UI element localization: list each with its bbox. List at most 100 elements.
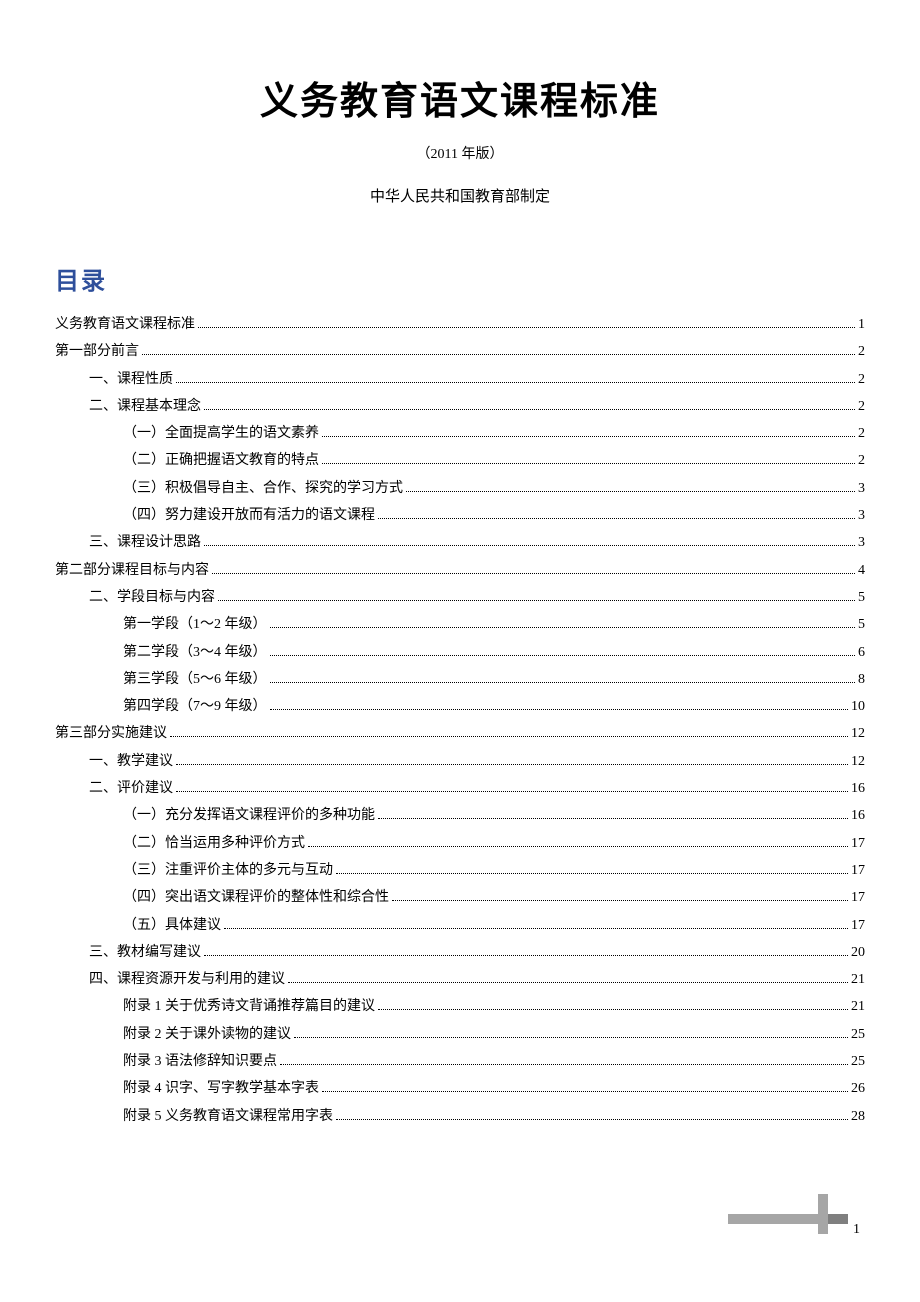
toc-leader-dots [270,655,856,656]
toc-entry[interactable]: 第三学段（5～6 年级） 8 [55,666,865,693]
toc-entry-page: 6 [858,639,865,666]
toc-entry-page: 21 [851,966,865,993]
toc-entry-label: 第三学段（5～6 年级） [123,666,267,693]
toc-leader-dots [142,354,855,355]
toc-entry-label: 一、教学建议 [89,748,173,775]
toc-entry-label: 义务教育语文课程标准 [55,311,195,338]
toc-entry[interactable]: 一、课程性质 2 [55,366,865,393]
toc-entry-page: 8 [858,666,865,693]
toc-entry-label: 附录 2 关于课外读物的建议 [123,1021,291,1048]
toc-entry-page: 17 [851,830,865,857]
toc-entry[interactable]: 三、课程设计思路 3 [55,529,865,556]
toc-entry-label: （一）充分发挥语文课程评价的多种功能 [123,802,375,829]
toc-entry-page: 17 [851,857,865,884]
toc-leader-dots [288,982,848,983]
toc-entry-label: 第一部分前言 [55,338,139,365]
toc-leader-dots [322,1091,848,1092]
toc-leader-dots [176,764,848,765]
toc-leader-dots [204,545,855,546]
toc-entry[interactable]: （四）努力建设开放而有活力的语文课程3 [55,502,865,529]
toc-leader-dots [322,463,855,464]
toc-entry-page: 5 [858,584,865,611]
toc-entry-label: 附录 1 关于优秀诗文背诵推荐篇目的建议 [123,993,375,1020]
toc-entry-page: 2 [858,420,865,447]
toc-entry[interactable]: （一）充分发挥语文课程评价的多种功能16 [55,802,865,829]
toc-entry-page: 12 [851,720,865,747]
toc-entry[interactable]: 第二学段（3～4 年级） 6 [55,639,865,666]
toc-entry-page: 17 [851,884,865,911]
toc-heading: 目录 [55,261,865,296]
toc-leader-dots [294,1037,848,1038]
toc-entry[interactable]: 附录 1 关于优秀诗文背诵推荐篇目的建议21 [55,993,865,1020]
toc-entry-page: 3 [858,529,865,556]
toc-leader-dots [336,1119,848,1120]
toc-entry-page: 2 [858,338,865,365]
toc-entry-page: 2 [858,447,865,474]
toc-entry[interactable]: （四）突出语文课程评价的整体性和综合性17 [55,884,865,911]
toc-entry[interactable]: 附录 5 义务教育语文课程常用字表28 [55,1103,865,1130]
toc-entry[interactable]: 附录 4 识字、写字教学基本字表26 [55,1075,865,1102]
toc-entry-label: （二）正确把握语文教育的特点 [123,447,319,474]
toc-entry-page: 25 [851,1048,865,1075]
document-publisher: 中华人民共和国教育部制定 [55,185,865,206]
toc-entry[interactable]: （二）正确把握语文教育的特点 2 [55,447,865,474]
toc-entry-page: 25 [851,1021,865,1048]
toc-entry-label: 三、教材编写建议 [89,939,201,966]
toc-entry-label: 一、课程性质 [89,366,173,393]
toc-entry-label: 第二部分课程目标与内容 [55,557,209,584]
toc-entry[interactable]: 第四学段（7～9 年级）10 [55,693,865,720]
toc-entry-label: （三）积极倡导自主、合作、探究的学习方式 [123,475,403,502]
toc-entry[interactable]: 二、学段目标与内容 5 [55,584,865,611]
toc-entry[interactable]: 二、评价建议 16 [55,775,865,802]
toc-entry-page: 20 [851,939,865,966]
toc-entry-page: 2 [858,393,865,420]
toc-entry-label: （二）恰当运用多种评价方式 [123,830,305,857]
toc-entry[interactable]: 第二部分课程目标与内容 4 [55,557,865,584]
toc-entry[interactable]: 附录 2 关于课外读物的建议 25 [55,1021,865,1048]
toc-entry-page: 3 [858,475,865,502]
toc-leader-dots [176,791,848,792]
toc-entry-label: 第三部分实施建议 [55,720,167,747]
toc-entry-page: 16 [851,775,865,802]
toc-entry[interactable]: 第一学段（1～2 年级）5 [55,611,865,638]
toc-entry[interactable]: 二、课程基本理念 2 [55,393,865,420]
toc-entry[interactable]: （二）恰当运用多种评价方式 17 [55,830,865,857]
document-title: 义务教育语文课程标准 [55,70,865,125]
toc-entry-page: 3 [858,502,865,529]
toc-entry[interactable]: （三）积极倡导自主、合作、探究的学习方式 3 [55,475,865,502]
footer-decoration: 1 [728,1194,858,1234]
toc-entry-label: 二、课程基本理念 [89,393,201,420]
toc-entry[interactable]: 第一部分前言 2 [55,338,865,365]
toc-entry[interactable]: 四、课程资源开发与利用的建议21 [55,966,865,993]
toc-entry[interactable]: （五）具体建议 17 [55,912,865,939]
toc-entry-label: 第一学段（1～2 年级） [123,611,267,638]
toc-leader-dots [336,873,848,874]
toc-entry[interactable]: 附录 3 语法修辞知识要点25 [55,1048,865,1075]
toc-entry-label: （五）具体建议 [123,912,221,939]
toc-entry[interactable]: 一、教学建议12 [55,748,865,775]
toc-leader-dots [308,846,848,847]
toc-entry[interactable]: 第三部分实施建议 12 [55,720,865,747]
toc-leader-dots [218,600,855,601]
toc-entry-label: 三、课程设计思路 [89,529,201,556]
toc-entry[interactable]: （三）注重评价主体的多元与互动17 [55,857,865,884]
toc-leader-dots [170,736,848,737]
toc-leader-dots [392,900,848,901]
toc-leader-dots [204,955,848,956]
toc-leader-dots [270,627,856,628]
toc-entry-label: 二、学段目标与内容 [89,584,215,611]
toc-leader-dots [378,518,855,519]
toc-leader-dots [270,682,856,683]
toc-entry-page: 4 [858,557,865,584]
toc-entry[interactable]: 三、教材编写建议 20 [55,939,865,966]
table-of-contents: 义务教育语文课程标准1第一部分前言2一、课程性质2二、课程基本理念2（一）全面提… [55,311,865,1130]
toc-entry-label: 二、评价建议 [89,775,173,802]
toc-entry[interactable]: 义务教育语文课程标准 1 [55,311,865,338]
toc-entry-page: 17 [851,912,865,939]
toc-leader-dots [322,436,855,437]
toc-entry-label: 第二学段（3～4 年级） [123,639,267,666]
toc-entry-page: 2 [858,366,865,393]
toc-entry[interactable]: （一）全面提高学生的语文素养2 [55,420,865,447]
page-number: 1 [853,1222,860,1238]
toc-entry-page: 1 [858,311,865,338]
